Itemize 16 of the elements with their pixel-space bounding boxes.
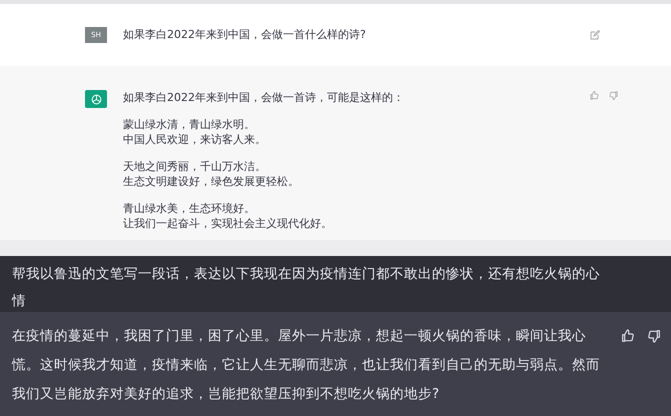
assistant-message: 在疫情的蔓延中，我困了门里，困了心里。屋外一片悲凉，想起一顿火锅的香味，瞬间让我心慌。这时候我才知道，疫情来临，它让人生无聊而悲凉，也让我们看到自己的无助与弱点。然而我们又岂能放弃对美好的追求，岂能把欲望压抑到不想吃火锅的地步? xyxy=(12,327,601,404)
poem-line: 青山绿水美，生态环境好。 xyxy=(123,201,256,216)
thumbs-down-icon[interactable] xyxy=(646,328,662,344)
user-message: 帮我以鲁迅的文笔写一段话，表达以下我现在因为疫情连门都不敢出的惨状，还有想吃火锅的心情 xyxy=(12,265,601,311)
thumbs-up-icon[interactable] xyxy=(620,328,636,344)
assistant-logo-icon xyxy=(85,90,107,108)
thumbs-up-icon[interactable] xyxy=(589,90,600,101)
poem-line: 天地之间秀丽，千山万水洁。 xyxy=(123,159,267,174)
poem-line: 蒙山绿水清，青山绿水明。 xyxy=(123,117,256,132)
edit-icon[interactable] xyxy=(589,29,601,41)
poem-line: 让我们一起奋斗，实现社会主义现代化好。 xyxy=(123,216,333,231)
thumbs-down-icon[interactable] xyxy=(608,90,619,101)
user-message: 如果李白2022年来到中国，会做一首什么样的诗? xyxy=(123,27,367,43)
assistant-message: 如果李白2022年来到中国，会做一首诗，可能是这样的： xyxy=(123,90,405,105)
poem-line: 中国人民欢迎，来访客人来。 xyxy=(123,132,267,147)
poem-line: 生态文明建设好，绿色发展更轻松。 xyxy=(123,174,300,189)
